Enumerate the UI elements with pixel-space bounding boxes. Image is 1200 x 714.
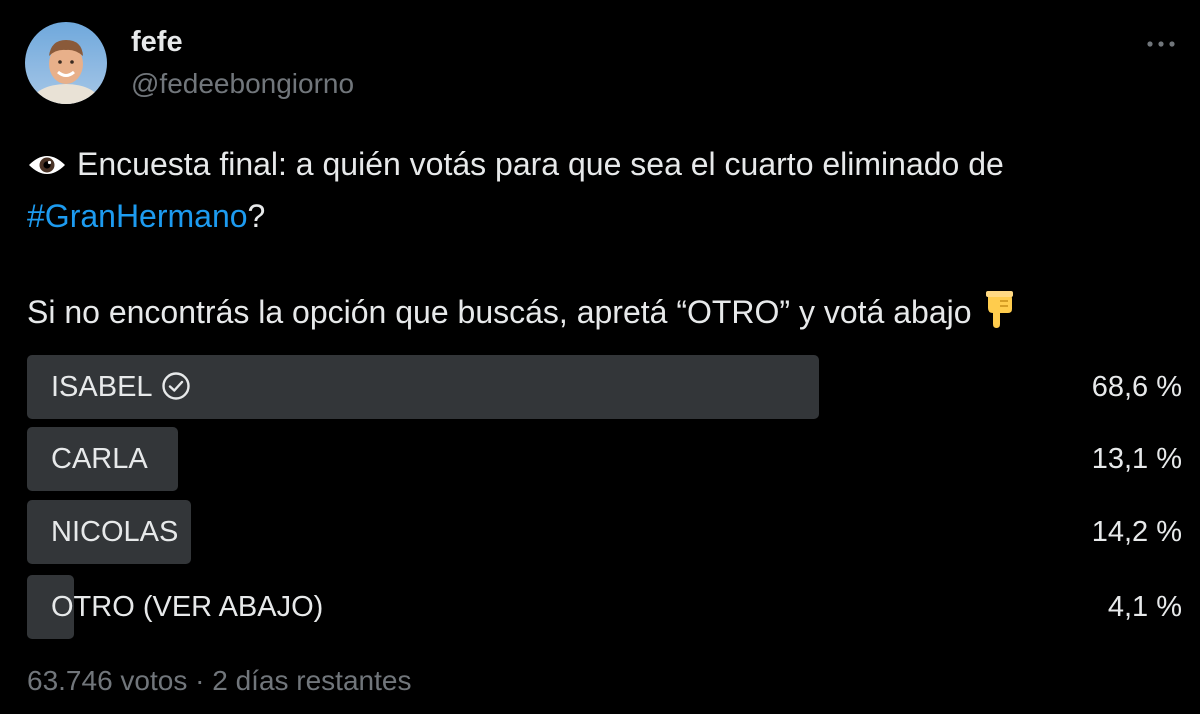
more-options-button[interactable] <box>1136 26 1186 62</box>
tweet-line-1: Encuesta final: a quién votás para que s… <box>27 140 1177 192</box>
hashtag-link[interactable]: #GranHermano <box>27 198 248 234</box>
eye-icon <box>27 144 67 192</box>
tweet-line-2: #GranHermano? <box>27 192 1177 240</box>
poll-option-isabel[interactable]: ISABEL 68,6 % <box>27 355 1182 419</box>
tweet-text: Encuesta final: a quién votás para que s… <box>27 140 1177 342</box>
author-display-name[interactable]: fefe <box>131 26 183 59</box>
more-dots-icon <box>1147 41 1175 47</box>
avatar[interactable] <box>25 22 107 104</box>
poll-option-percent: 14,2 % <box>1091 516 1182 548</box>
poll-option-percent: 68,6 % <box>1091 371 1182 403</box>
poll-option-label-text: ISABEL <box>51 371 153 403</box>
poll-option-label: NICOLAS <box>51 516 179 548</box>
tweet-line-1-text: Encuesta final: a quién votás para que s… <box>77 146 1004 182</box>
author-handle[interactable]: @fedeebongiorno <box>131 68 354 100</box>
poll-option-label: OTRO (VER ABAJO) <box>51 591 324 623</box>
poll-option-label: ISABEL <box>51 355 191 419</box>
avatar-photo-icon <box>25 22 107 104</box>
poll-option-carla[interactable]: CARLA 13,1 % <box>27 427 1182 491</box>
poll-time-left: 2 días restantes <box>212 665 412 696</box>
poll-footer-separator: · <box>195 665 205 696</box>
poll-vote-count: 63.746 votos <box>27 665 188 696</box>
tweet-line-2-suffix: ? <box>247 198 266 234</box>
check-circle-icon <box>161 360 191 424</box>
poll-footer: 63.746 votos · 2 días restantes <box>27 665 411 697</box>
poll-option-otro[interactable]: OTRO (VER ABAJO) 4,1 % <box>27 575 1182 639</box>
poll-option-percent: 13,1 % <box>1091 443 1182 475</box>
pointing-down-hand-icon <box>982 291 1016 342</box>
paragraph-break <box>27 240 1177 288</box>
poll-option-percent: 4,1 % <box>1107 591 1182 623</box>
tweet-line-3-text: Si no encontrás la opción que buscás, ap… <box>27 294 972 330</box>
poll-option-nicolas[interactable]: NICOLAS 14,2 % <box>27 500 1182 564</box>
tweet-line-3: Si no encontrás la opción que buscás, ap… <box>27 288 1177 342</box>
poll-option-label: CARLA <box>51 443 148 475</box>
